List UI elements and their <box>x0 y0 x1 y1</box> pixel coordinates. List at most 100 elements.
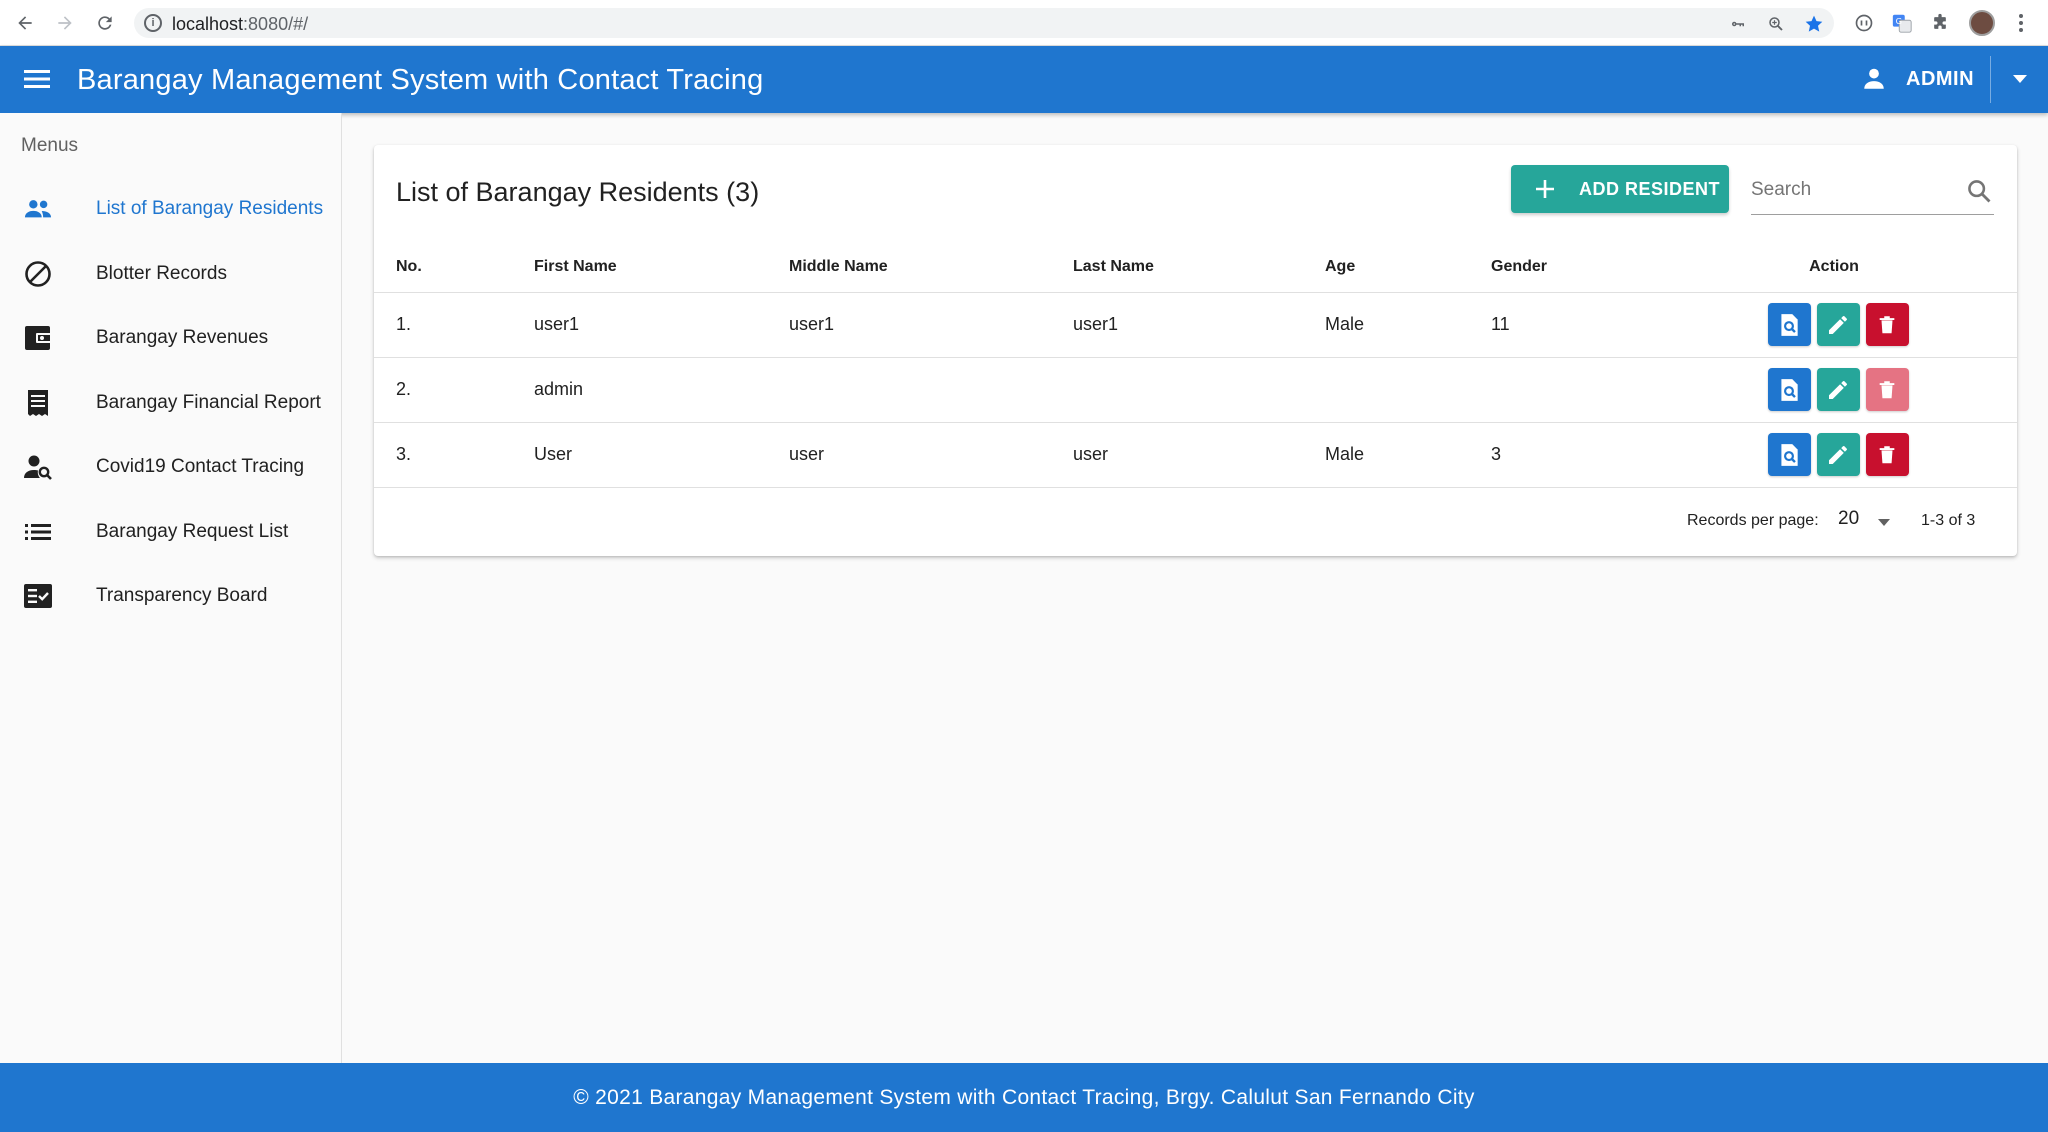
cell-last-name: user <box>1073 422 1325 488</box>
sidebar-item-request-list[interactable]: Barangay Request List <box>0 501 341 563</box>
column-header-last-name[interactable]: Last Name <box>1073 242 1325 293</box>
sidebar-item-transparency-board[interactable]: Transparency Board <box>0 565 341 627</box>
sidebar-item-contact-tracing[interactable]: Covid19 Contact Tracing <box>0 436 341 498</box>
cell-actions <box>1671 292 2017 358</box>
kebab-menu-icon[interactable] <box>2010 12 2032 34</box>
site-info-icon[interactable]: i <box>144 14 162 32</box>
sidebar-item-residents[interactable]: List of Barangay Residents <box>0 178 341 240</box>
browser-toolbar: i localhost:8080/#/ G <box>0 0 2048 46</box>
key-icon[interactable] <box>1728 14 1748 34</box>
sidebar-item-label: Blotter Records <box>96 263 227 284</box>
app-title: Barangay Management System with Contact … <box>77 64 764 96</box>
view-resident-button[interactable] <box>1767 433 1811 476</box>
url-text: localhost:8080/#/ <box>172 14 309 34</box>
page-footer: © 2021 Barangay Management System with C… <box>0 1063 2048 1132</box>
column-header-action: Action <box>1671 242 2017 293</box>
address-bar[interactable]: i localhost:8080/#/ <box>134 8 1834 38</box>
pencil-icon <box>1829 445 1847 464</box>
forward-icon[interactable] <box>52 10 78 36</box>
divider <box>1990 56 1991 103</box>
sidebar-item-label: Transparency Board <box>96 585 268 606</box>
svg-text:G: G <box>1896 16 1902 26</box>
edit-resident-button[interactable] <box>1816 303 1860 346</box>
search-input[interactable] <box>1751 175 1951 205</box>
plus-icon <box>1533 177 1557 201</box>
reload-icon[interactable] <box>92 10 118 36</box>
view-resident-button[interactable] <box>1767 303 1811 346</box>
column-header-middle-name[interactable]: Middle Name <box>789 242 1073 293</box>
cell-middle-name: user <box>789 422 1073 488</box>
sidebar-item-revenues[interactable]: Barangay Revenues <box>0 307 341 369</box>
trash-icon <box>1879 380 1895 398</box>
card-title: List of Barangay Residents (3) <box>396 177 760 207</box>
sidebar-item-label: Barangay Request List <box>96 521 289 542</box>
search-field <box>1751 167 1994 215</box>
caret-down-icon[interactable] <box>2000 64 2040 94</box>
view-document-icon <box>1781 313 1798 336</box>
add-resident-label: ADD RESIDENT <box>1579 179 1721 199</box>
bookmark-star-icon[interactable] <box>1804 14 1824 34</box>
cell-no: 1. <box>374 292 534 358</box>
cell-first-name: User <box>534 422 789 488</box>
cell-gender: 11 <box>1491 292 1671 358</box>
back-icon[interactable] <box>12 10 38 36</box>
column-header-gender[interactable]: Gender <box>1491 242 1671 293</box>
pencil-icon <box>1829 315 1847 334</box>
sidebar-item-blotter[interactable]: Blotter Records <box>0 243 341 305</box>
delete-resident-button[interactable] <box>1865 303 1909 346</box>
translate-icon[interactable]: G <box>1891 12 1913 34</box>
table-header-row: No. First Name Middle Name Last Name Age… <box>374 242 2017 293</box>
edit-resident-button[interactable] <box>1816 433 1860 476</box>
rows-per-page-select[interactable]: 20 <box>1838 508 1859 530</box>
pagination-range: 1-3 of 3 <box>1921 512 1976 529</box>
cell-middle-name <box>789 357 1073 423</box>
list-icon <box>24 518 52 546</box>
table-pagination: Records per page: 20 1-3 of 3 <box>374 490 2017 550</box>
residents-card: List of Barangay Residents (3) ADD RESID… <box>374 145 2017 556</box>
delete-resident-button[interactable] <box>1865 433 1909 476</box>
cell-no: 3. <box>374 422 534 488</box>
caret-down-icon[interactable] <box>1874 512 1894 532</box>
wallet-icon <box>24 324 52 352</box>
pencil-icon <box>1829 380 1847 399</box>
residents-table: No. First Name Middle Name Last Name Age… <box>374 242 2017 488</box>
cell-actions <box>1671 357 2017 423</box>
sidebar-item-label: Barangay Revenues <box>96 327 269 348</box>
person-search-icon <box>24 453 52 481</box>
cell-middle-name: user1 <box>789 292 1073 358</box>
puzzle-icon[interactable] <box>1929 12 1951 34</box>
view-resident-button[interactable] <box>1767 368 1811 411</box>
trash-icon <box>1879 445 1895 463</box>
column-header-age[interactable]: Age <box>1325 242 1491 293</box>
sidebar: Menus List of Barangay Residents Blotter… <box>0 113 342 1063</box>
cell-first-name: admin <box>534 357 789 423</box>
delete-resident-button <box>1865 368 1909 411</box>
fact-check-icon <box>24 582 52 610</box>
table-row: 1. user1 user1 user1 Male 11 <box>374 292 2017 358</box>
column-header-no[interactable]: No. <box>374 242 534 293</box>
account-icon[interactable] <box>1861 66 1887 92</box>
sidebar-heading: Menus <box>21 135 79 156</box>
sidebar-item-financial-report[interactable]: Barangay Financial Report <box>0 372 341 434</box>
cell-last-name <box>1073 357 1325 423</box>
sidebar-item-label: Barangay Financial Report <box>96 392 321 413</box>
column-header-first-name[interactable]: First Name <box>534 242 789 293</box>
trash-icon <box>1879 315 1895 333</box>
edit-resident-button[interactable] <box>1816 368 1860 411</box>
view-document-icon <box>1781 443 1798 466</box>
cell-last-name: user1 <box>1073 292 1325 358</box>
footer-text: © 2021 Barangay Management System with C… <box>573 1085 1475 1109</box>
user-name[interactable]: ADMIN <box>1906 68 1974 91</box>
cell-first-name: user1 <box>534 292 789 358</box>
table-row: 3. User user user Male 3 <box>374 422 2017 488</box>
cell-gender: 3 <box>1491 422 1671 488</box>
extension-circle-icon[interactable] <box>1853 12 1875 34</box>
add-resident-button[interactable]: ADD RESIDENT <box>1511 165 1729 213</box>
sidebar-item-label: Covid19 Contact Tracing <box>96 456 305 477</box>
receipt-icon <box>24 389 52 417</box>
zoom-icon[interactable] <box>1766 14 1786 34</box>
profile-avatar[interactable] <box>1969 10 1995 36</box>
hamburger-menu-icon[interactable] <box>24 67 50 91</box>
search-icon[interactable] <box>1965 177 1993 205</box>
app-bar: Barangay Management System with Contact … <box>0 46 2048 113</box>
